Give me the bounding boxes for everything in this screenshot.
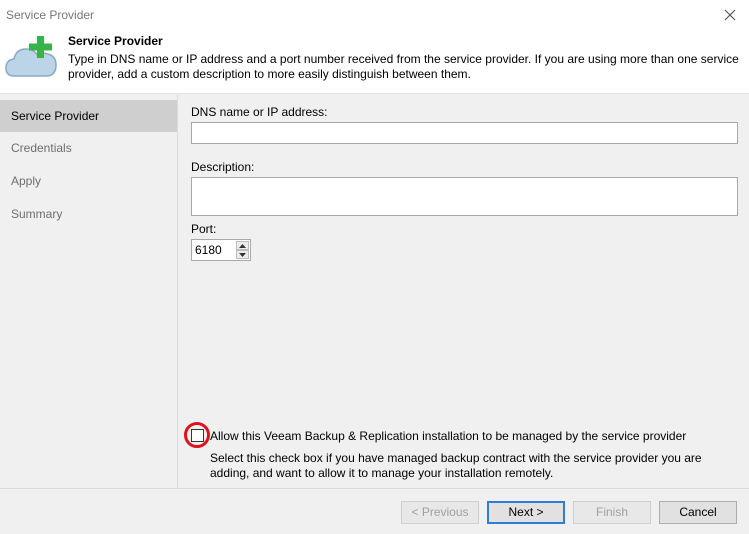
description-label: Description: (191, 160, 255, 174)
finish-button[interactable]: Finish (573, 501, 651, 524)
service-provider-dialog: Service Provider Service Provider Type i… (0, 0, 749, 534)
header-description: Type in DNS name or IP address and a por… (68, 52, 739, 81)
sidebar-item-service-provider[interactable]: Service Provider (0, 100, 177, 132)
checkbox-label[interactable]: Allow this Veeam Backup & Replication in… (210, 429, 686, 443)
sidebar-item-credentials[interactable]: Credentials (0, 133, 177, 163)
checkbox-hint: Select this check box if you have manage… (210, 451, 702, 480)
sidebar-item-summary[interactable]: Summary (0, 199, 177, 229)
previous-button[interactable]: < Previous (401, 501, 479, 524)
title-bar: Service Provider (0, 0, 749, 30)
close-icon[interactable] (719, 4, 741, 26)
sidebar-item-apply[interactable]: Apply (0, 166, 177, 196)
port-stepper (191, 239, 251, 261)
wizard-header: Service Provider Type in DNS name or IP … (0, 30, 749, 94)
wizard-footer: < Previous Next > Finish Cancel (0, 488, 749, 534)
cancel-button[interactable]: Cancel (659, 501, 737, 524)
port-label: Port: (191, 222, 217, 236)
port-input[interactable] (192, 240, 236, 260)
description-input[interactable] (191, 177, 738, 216)
header-title: Service Provider (68, 34, 163, 48)
chevron-down-icon[interactable] (236, 250, 249, 259)
next-button[interactable]: Next > (487, 501, 565, 524)
wizard-steps-sidebar: Service Provider Credentials Apply Summa… (0, 95, 178, 488)
managed-by-provider-checkbox[interactable] (191, 429, 204, 442)
wizard-content: DNS name or IP address: Description: Por… (178, 95, 749, 488)
dns-label: DNS name or IP address: (191, 105, 328, 119)
dns-input[interactable] (191, 122, 738, 144)
chevron-up-icon[interactable] (236, 241, 249, 250)
window-title: Service Provider (6, 8, 95, 22)
cloud-plus-icon (4, 34, 58, 80)
